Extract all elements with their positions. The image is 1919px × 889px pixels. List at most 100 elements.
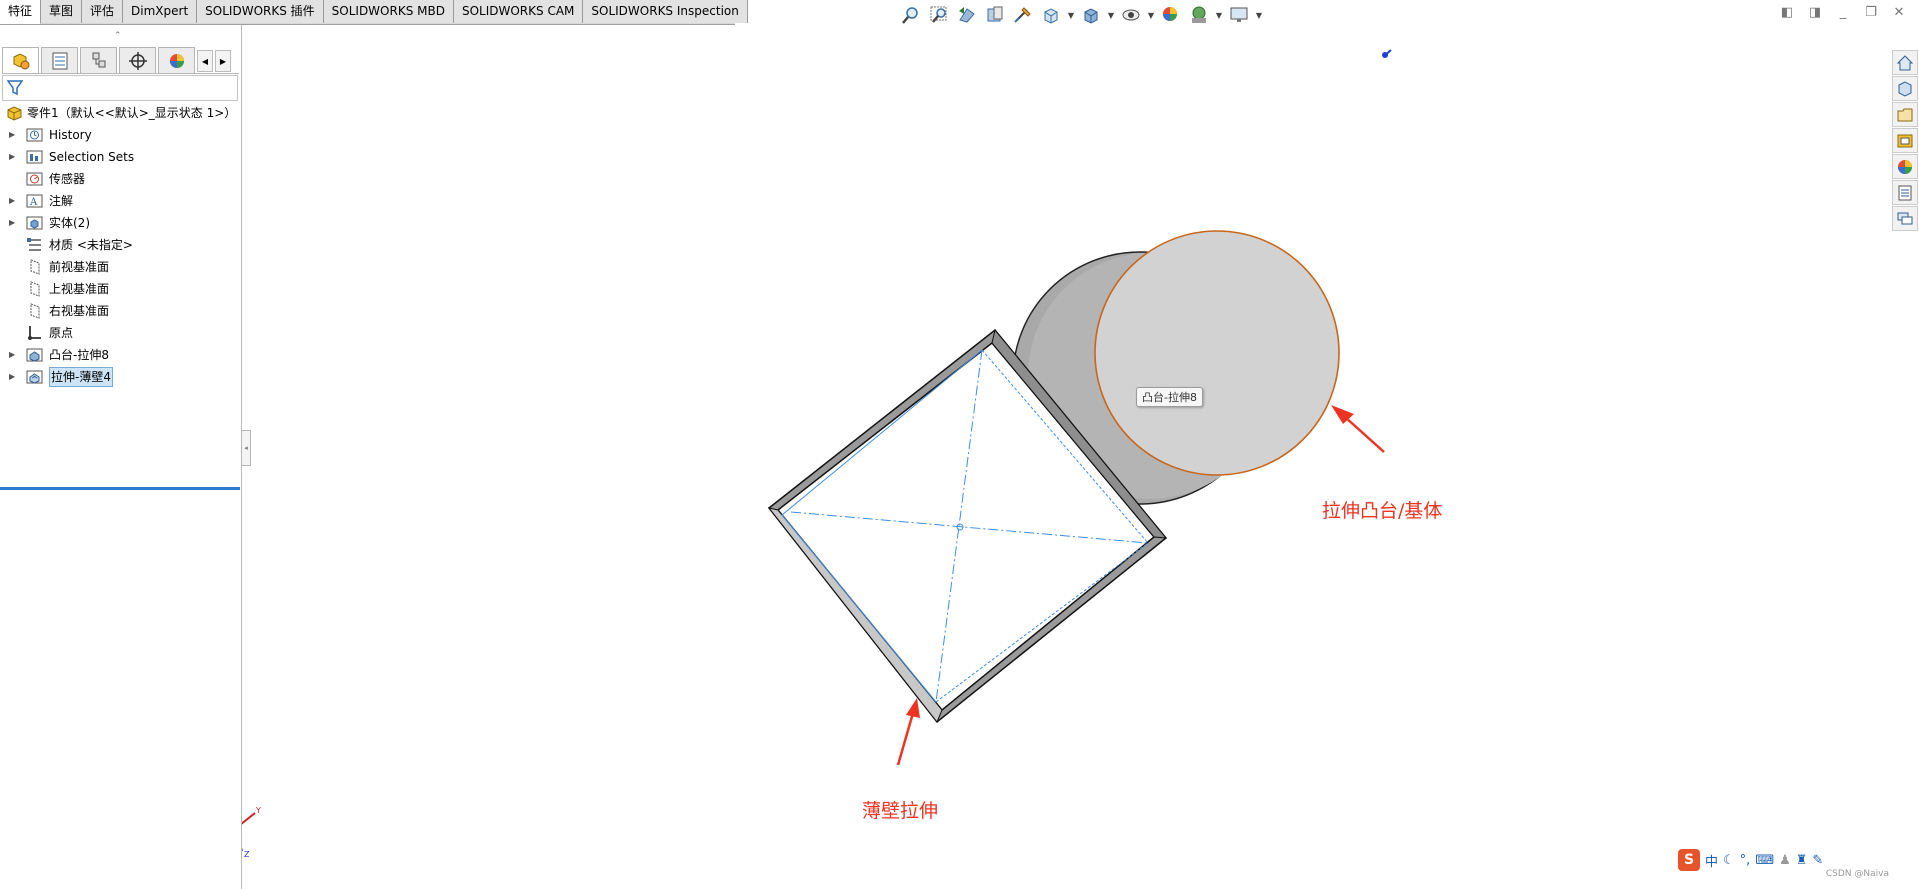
ime-mode-chinese[interactable]: 中 [1705,851,1718,870]
apply-scene-icon[interactable] [1186,4,1212,26]
tab-features[interactable]: 特征 [0,0,42,24]
tab-mbd[interactable]: SOLIDWORKS MBD [323,0,454,23]
display-style-icon[interactable] [1078,4,1104,26]
expand-arrow-icon[interactable]: ▶ [9,146,19,168]
tree-item-label: Selection Sets [49,150,135,164]
light-icon[interactable] [1382,49,1392,58]
ime-logo[interactable]: S [1678,849,1700,871]
graphics-area[interactable]: Y Z 凸台-拉伸8 拉伸凸台/基体 薄壁拉伸 [242,25,1919,889]
display-style-dropdown-icon[interactable]: ▼ [1106,4,1116,26]
view-settings-icon[interactable] [1226,4,1252,26]
moon-icon[interactable]: ☾ [1723,853,1735,868]
home-icon[interactable] [1892,50,1918,75]
view-orientation-icon[interactable] [1038,4,1064,26]
user-icon[interactable]: ♟ [1779,853,1791,868]
tab-evaluate[interactable]: 评估 [82,0,124,23]
tab-inspection[interactable]: SOLIDWORKS Inspection [583,0,748,23]
hide-show-icon[interactable] [1118,4,1144,26]
annotation-label-thin: 薄壁拉伸 [862,800,939,822]
tile-left-icon[interactable]: ◧ [1777,4,1797,22]
origin-icon [28,326,41,340]
tree-root-label: 零件1（默认<<默认>_显示状态 1>） [27,106,237,120]
skin-icon[interactable]: ♜ [1796,853,1808,868]
section-view-icon[interactable] [982,4,1008,26]
panel-collapse-grip-icon[interactable]: ⌃ [114,31,122,41]
view-palette-icon[interactable] [1892,128,1918,153]
tree-item-label: 前视基准面 [49,260,110,274]
view-settings-dropdown-icon[interactable]: ▼ [1254,4,1264,26]
tree-item-label: 右视基准面 [49,304,110,318]
tabs-scroll-left-icon[interactable]: ◀ [197,50,213,72]
feature-tooltip: 凸台-拉伸8 [1136,387,1203,407]
plane-icon [30,281,40,297]
tree-item-material[interactable]: 材质 <未指定> [0,234,240,256]
tree-item-top-plane[interactable]: 上视基准面 [0,278,240,300]
custom-properties-icon[interactable] [1892,180,1918,205]
tab-dimxpert[interactable]: DimXpert [123,0,198,23]
hide-show-dropdown-icon[interactable]: ▼ [1146,4,1156,26]
tree-filter-bar[interactable] [2,75,238,101]
command-manager-tabs: 特征 草图 评估 DimXpert SOLIDWORKS 插件 SOLIDWOR… [0,0,748,25]
boss-extrude-icon [26,348,43,362]
zoom-to-fit-icon[interactable] [898,4,924,26]
tree-item-thin-extrude4[interactable]: ▶ 拉伸-薄壁4 [0,366,240,388]
expand-arrow-icon[interactable]: ▶ [9,344,19,366]
previous-view-icon[interactable] [954,4,980,26]
ime-toolbar: S 中 ☾ °, ⌨ ♟ ♜ ✎ [1678,848,1824,872]
tree-item-history[interactable]: ▶ History [0,124,240,146]
display-manager-tab-icon[interactable] [158,47,195,73]
zoom-area-icon[interactable] [926,4,952,26]
tree-item-origin[interactable]: 原点 [0,322,240,344]
tree-item-label: 传感器 [49,172,86,186]
appearances-icon[interactable] [1892,154,1918,179]
tree-root-part[interactable]: 零件1（默认<<默认>_显示状态 1>） [0,102,240,124]
model-viewport[interactable]: Y Z [242,25,1919,889]
tab-cam[interactable]: SOLIDWORKS CAM [453,0,584,23]
window-controls: ◧ ◨ _ ❐ ✕ [1777,4,1909,22]
file-explorer-icon[interactable] [1892,102,1918,127]
view-orientation-dropdown-icon[interactable]: ▼ [1066,4,1076,26]
tab-sketch[interactable]: 草图 [41,0,83,23]
tree-item-boss-extrude8[interactable]: ▶ 凸台-拉伸8 [0,344,240,366]
tree-item-solid-bodies[interactable]: ▶ 实体(2) [0,212,240,234]
selection-sets-icon [26,150,43,164]
restore-icon[interactable]: ❐ [1861,4,1881,22]
tab-addins[interactable]: SOLIDWORKS 插件 [197,0,324,23]
view-triad[interactable]: Y Z [242,806,261,859]
expand-arrow-icon[interactable]: ▶ [9,190,19,212]
plane-icon [30,303,40,319]
configuration-manager-tab-icon[interactable] [80,47,117,73]
tree-item-front-plane[interactable]: 前视基准面 [0,256,240,278]
edit-appearance-icon[interactable] [1158,4,1184,26]
svg-text:A: A [29,197,38,208]
keyboard-icon[interactable]: ⌨ [1755,853,1774,868]
property-manager-tab-icon[interactable] [41,47,78,73]
apply-scene-dropdown-icon[interactable]: ▼ [1214,4,1224,26]
annotations-icon: A [26,194,43,208]
tree-item-sensors[interactable]: 传感器 [0,168,240,190]
close-icon[interactable]: ✕ [1889,4,1909,22]
watermark: CSDN @Naiva [1825,869,1889,879]
tree-item-label: History [49,128,92,142]
forum-icon[interactable] [1892,206,1918,231]
history-folder-icon [26,128,43,142]
tree-item-annotations[interactable]: ▶ A 注解 [0,190,240,212]
solid-bodies-icon [26,216,43,230]
part-icon [7,106,22,121]
punctuation-icon[interactable]: °, [1740,853,1751,868]
dimxpert-manager-tab-icon[interactable] [119,47,156,73]
rollback-bar[interactable] [0,487,240,490]
wrench-icon[interactable]: ✎ [1812,853,1823,868]
tree-item-selection-sets[interactable]: ▶ Selection Sets [0,146,240,168]
minimize-icon[interactable]: _ [1833,4,1853,22]
tile-right-icon[interactable]: ◨ [1805,4,1825,22]
tabs-scroll-right-icon[interactable]: ▶ [215,50,231,72]
dynamic-annotation-icon[interactable] [1010,4,1036,26]
tree-item-right-plane[interactable]: 右视基准面 [0,300,240,322]
feature-tree-tab-icon[interactable] [2,47,39,73]
expand-arrow-icon[interactable]: ▶ [9,212,19,234]
design-library-icon[interactable] [1892,76,1918,101]
tree-item-label: 实体(2) [49,216,90,230]
expand-arrow-icon[interactable]: ▶ [9,366,19,388]
expand-arrow-icon[interactable]: ▶ [9,124,19,146]
